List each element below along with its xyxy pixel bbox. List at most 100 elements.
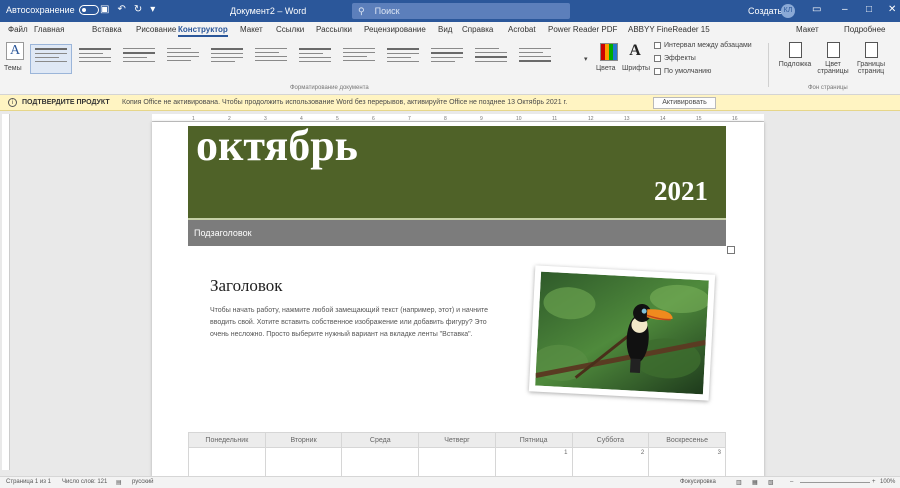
print-layout-icon[interactable]: ▦ — [752, 479, 758, 486]
style-set-2[interactable] — [74, 44, 116, 74]
undo-icon[interactable]: ↶ — [117, 4, 125, 15]
zoom-level[interactable]: 100% — [880, 479, 895, 485]
style-set-5[interactable] — [206, 44, 248, 74]
customize-qat-icon[interactable]: ▾ — [150, 4, 155, 15]
calendar-table: Понедельник Вторник Среда Четверг Пятниц… — [188, 432, 726, 478]
style-set-4[interactable] — [162, 44, 204, 74]
fonts-label[interactable]: Шрифты — [622, 65, 650, 72]
tab-layout[interactable]: Макет — [240, 25, 263, 34]
maximize-icon[interactable]: □ — [866, 4, 872, 15]
infobar-title: ПОДТВЕРДИТЕ ПРОДУКТ — [22, 99, 110, 106]
fonts-icon[interactable]: A — [626, 42, 644, 60]
resize-handle[interactable] — [727, 246, 735, 254]
watermark-icon — [788, 42, 802, 58]
set-default-label: По умолчанию — [664, 68, 712, 75]
set-default-icon — [654, 68, 661, 75]
zoom-slider[interactable] — [800, 482, 870, 483]
infobar-message: Копия Office не активирована. Чтобы прод… — [122, 99, 568, 106]
tab-mailings[interactable]: Рассылки — [316, 25, 352, 34]
style-set-8[interactable] — [338, 44, 380, 74]
read-mode-icon[interactable]: ▥ — [736, 479, 742, 486]
word-count[interactable]: Число слов: 121 — [62, 479, 107, 485]
zoom-out-icon[interactable]: – — [790, 479, 793, 485]
effects-button[interactable]: Эффекты — [654, 55, 696, 62]
zoom-in-icon[interactable]: + — [872, 479, 876, 485]
style-set-9[interactable] — [382, 44, 424, 74]
activation-infobar: i ПОДТВЕРДИТЕ ПРОДУКТ Копия Office не ак… — [0, 95, 900, 111]
search-icon: ⚲ — [358, 5, 365, 16]
day-cell[interactable] — [264, 447, 343, 478]
effects-icon — [654, 55, 661, 62]
style-set-12[interactable] — [514, 44, 556, 74]
page-count[interactable]: Страница 1 из 1 — [6, 479, 51, 485]
language-indicator[interactable]: русский — [132, 479, 154, 485]
tab-more[interactable]: Подробнее — [844, 25, 886, 34]
document-page[interactable]: октябрь 2021 Подзаголовок Заголовок Чтоб… — [152, 122, 764, 478]
day-header: Вторник — [264, 432, 343, 448]
day-cell[interactable]: 2 — [571, 447, 650, 478]
vertical-ruler — [2, 114, 10, 470]
tab-help[interactable]: Справка — [462, 25, 493, 34]
tab-power-reader[interactable]: Power Reader PDF — [548, 25, 617, 34]
colors-label[interactable]: Цвета — [596, 65, 616, 72]
day-cell[interactable] — [188, 447, 266, 478]
close-icon[interactable]: ✕ — [888, 4, 896, 15]
colors-icon[interactable] — [600, 43, 618, 61]
autosave-toggle[interactable] — [78, 5, 99, 15]
tab-home[interactable]: Главная — [34, 25, 64, 34]
activate-button[interactable]: Активировать — [653, 97, 716, 109]
user-name[interactable]: Создать — [748, 6, 782, 16]
style-set-10[interactable] — [426, 44, 468, 74]
style-set-7[interactable] — [294, 44, 336, 74]
tab-acrobat[interactable]: Acrobat — [508, 25, 536, 34]
quick-access-toolbar: ▣ ↶ ↻ ▾ — [100, 4, 155, 15]
themes-icon[interactable]: A — [6, 42, 24, 60]
tab-insert[interactable]: Вставка — [92, 25, 122, 34]
paragraph-spacing-button[interactable]: Интервал между абзацами — [654, 42, 752, 49]
themes-label[interactable]: Темы — [4, 65, 22, 72]
month-title[interactable]: октябрь — [196, 122, 358, 170]
autosave-control[interactable]: Автосохранение — [6, 5, 99, 15]
tab-layout-2[interactable]: Макет — [796, 25, 819, 34]
autosave-label: Автосохранение — [6, 5, 75, 15]
day-header: Воскресенье — [648, 432, 726, 448]
page-color-icon — [826, 42, 840, 58]
redo-icon[interactable]: ↻ — [134, 4, 142, 15]
style-set-1[interactable] — [30, 44, 72, 74]
calendar-header-row: Понедельник Вторник Среда Четверг Пятниц… — [188, 432, 726, 448]
tab-view[interactable]: Вид — [438, 25, 452, 34]
day-cell[interactable]: 1 — [494, 447, 573, 478]
web-layout-icon[interactable]: ▧ — [768, 479, 774, 486]
effects-label: Эффекты — [664, 55, 696, 62]
tab-review[interactable]: Рецензирование — [364, 25, 426, 34]
style-gallery-more-icon[interactable]: ▾ — [584, 55, 588, 63]
tab-design[interactable]: Конструктор — [178, 25, 228, 37]
content-heading[interactable]: Заголовок — [210, 276, 283, 296]
toucan-photo[interactable] — [528, 265, 716, 401]
style-set-3[interactable] — [118, 44, 160, 74]
year-title[interactable]: 2021 — [654, 176, 708, 206]
watermark-label: Подложка — [778, 61, 812, 68]
day-header: Пятница — [494, 432, 573, 448]
subtitle-text[interactable]: Подзаголовок — [194, 228, 252, 238]
tab-abbyy[interactable]: ABBYY FineReader 15 — [628, 25, 710, 34]
style-set-6[interactable] — [250, 44, 292, 74]
page-borders-icon — [864, 42, 878, 58]
style-set-11[interactable] — [470, 44, 512, 74]
focus-mode-button[interactable]: Фокусировка — [680, 479, 716, 485]
tab-file[interactable]: Файл — [8, 25, 28, 34]
search-input[interactable]: ⚲ Поиск — [352, 3, 570, 19]
tab-references[interactable]: Ссылки — [276, 25, 304, 34]
day-cell[interactable] — [418, 447, 496, 478]
tab-draw[interactable]: Рисование — [136, 25, 176, 34]
save-icon[interactable]: ▣ — [100, 4, 109, 15]
avatar[interactable]: КЛ — [781, 4, 795, 18]
proofing-icon[interactable]: ▤ — [116, 479, 122, 486]
page-borders-button[interactable]: Границы страниц — [848, 42, 894, 75]
content-body[interactable]: Чтобы начать работу, нажмите любой замещ… — [210, 305, 506, 341]
set-default-button[interactable]: По умолчанию — [654, 68, 711, 75]
day-cell[interactable] — [341, 447, 420, 478]
ribbon-display-icon[interactable]: ▭ — [812, 4, 821, 15]
minimize-icon[interactable]: – — [842, 4, 848, 15]
day-cell[interactable]: 3 — [648, 447, 726, 478]
